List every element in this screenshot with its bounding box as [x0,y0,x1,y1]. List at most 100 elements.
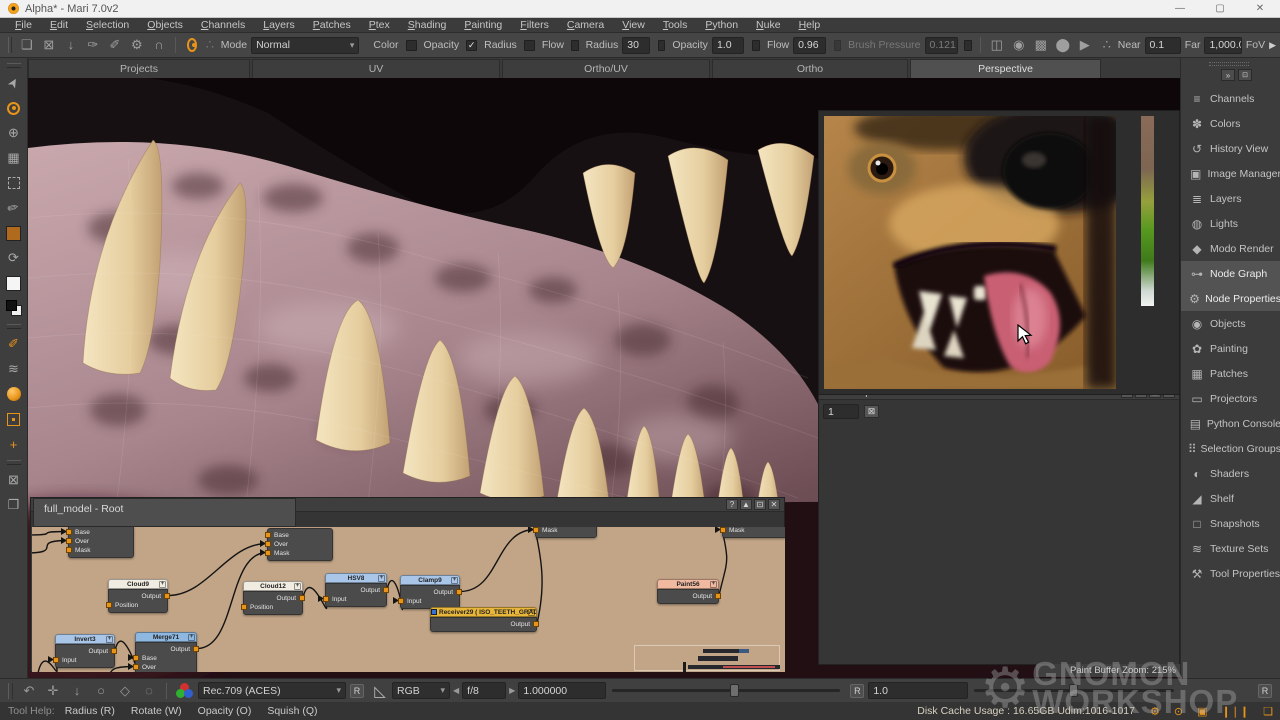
menu-layers[interactable]: Layers [254,19,304,31]
reset-gain-button[interactable]: R [1258,684,1272,698]
select-tool-icon[interactable]: ➤ [2,71,26,95]
wireframe-cube-icon[interactable]: ◫ [986,34,1008,56]
menu-camera[interactable]: Camera [558,19,613,31]
node-header[interactable]: Invert3+ [55,634,115,644]
near-field[interactable]: 0.1 [1145,37,1181,54]
paint-color-swatch[interactable] [2,221,26,245]
reset-colorspace-button[interactable]: R [350,684,364,698]
port-base[interactable] [265,532,271,538]
node-connection-wire[interactable] [460,530,535,592]
graph-node-invert3[interactable]: Invert3+OutputInput [55,634,115,668]
menu-tools[interactable]: Tools [654,19,697,31]
port-mask[interactable] [66,547,72,553]
node-header[interactable]: HSV8+ [325,573,387,583]
pull-icon[interactable]: ↓ [65,683,89,699]
graph-node-mask_top[interactable]: Mask [535,527,597,538]
port-mask[interactable] [265,550,271,556]
far-field[interactable]: 1,000.00 [1204,37,1241,54]
graph-node-paint56[interactable]: Paint56+Output [657,579,719,604]
flow-link-checkbox[interactable] [524,40,535,51]
node-expand-button[interactable]: + [294,583,301,590]
tab-perspective[interactable]: Perspective [910,59,1101,78]
close-button[interactable]: ✕ [1240,0,1280,18]
flow-field[interactable]: 0.96 [793,37,825,54]
add-icon[interactable]: + [2,432,26,456]
opacity-checkbox[interactable] [658,40,666,51]
sidebar-item-image-manager[interactable]: ▣Image Manager [1181,161,1280,186]
node-header[interactable]: Clamp9+ [400,575,460,585]
port-over[interactable] [265,541,271,547]
minimize-button[interactable]: — [1160,0,1200,18]
node-graph-help-button[interactable]: ? [726,499,738,510]
checker-pattern-icon[interactable]: ▩ [1030,34,1052,56]
toolbar-grip[interactable] [8,37,12,53]
radius-link-checkbox[interactable]: ✓ [466,40,477,51]
save-project-icon[interactable]: ↓ [60,34,82,56]
port-output[interactable] [456,589,462,595]
sidebar-item-python-console[interactable]: ▤Python Console [1181,411,1280,436]
mini-node[interactable] [698,656,738,661]
menu-ptex[interactable]: Ptex [360,19,399,31]
node-expand-button[interactable]: + [159,581,166,588]
collapse-sidebar-button[interactable]: » [1221,69,1235,81]
graph-node-hsv8[interactable]: HSV8+OutputInput [325,573,387,607]
image-strip-thumbnail[interactable] [1141,116,1154,306]
node-connection-wire[interactable] [719,530,727,596]
port-output[interactable] [164,593,170,599]
layers-visibility-icon[interactable]: ≋ [2,357,26,381]
sidebar-item-objects[interactable]: ◉Objects [1181,311,1280,336]
radius-checkbox[interactable] [571,40,579,51]
port-base[interactable] [66,529,72,535]
close-patch-icon[interactable]: ⊠ [2,468,26,492]
histogram-icon[interactable]: ◺ [368,682,392,700]
brush-pressure-checkbox[interactable] [834,40,842,51]
exposure-slider-knob[interactable] [730,684,739,697]
node-header[interactable]: Cloud9+ [108,579,168,589]
node-graph-float-button[interactable]: ⊡ [754,499,766,510]
blend-mode-dropdown[interactable]: Normal [251,37,359,54]
port-position[interactable] [106,602,112,608]
pin-icon[interactable]: ✑ [82,34,104,56]
menu-channels[interactable]: Channels [192,19,254,31]
sidebar-item-painting[interactable]: ✿Painting [1181,336,1280,361]
shader-ball-icon[interactable] [2,382,26,406]
port-input[interactable] [323,596,329,602]
sidebar-item-projectors[interactable]: ▭Projectors [1181,386,1280,411]
play-icon[interactable]: ▶ [1074,34,1096,56]
menu-help[interactable]: Help [790,19,830,31]
port-output[interactable] [193,646,199,652]
node-header[interactable]: Paint56+ [657,579,719,589]
channel-dropdown[interactable]: RGB [392,682,450,699]
graph-node-top_right[interactable]: Mask [722,527,785,538]
node-header[interactable]: Cloud12+ [243,581,303,591]
sidebar-item-patches[interactable]: ▦Patches [1181,361,1280,386]
node-header[interactable]: Receiver29 ( ISO_TEETH_GRADIENT )+ [430,607,537,617]
warp-tool-icon[interactable]: ▦ [2,146,26,170]
exposure-slider[interactable] [612,689,840,692]
squish-icon[interactable]: ◌ [137,683,161,699]
pressure-link-checkbox[interactable] [964,40,972,51]
colorspace-dropdown[interactable]: Rec.709 (ACES) [198,682,346,699]
sidebar-item-tool-properties[interactable]: ⚒Tool Properties [1181,561,1280,586]
clear-selection-button[interactable]: ⊠ [864,405,879,418]
bake-settings-icon[interactable]: ⚙ [126,34,148,56]
graph-node-cloud12[interactable]: Cloud12+OutputPosition [243,581,303,615]
radius-icon[interactable]: ○ [89,683,113,699]
swap-colors-icon[interactable]: ⟳ [2,246,26,270]
node-expand-button[interactable]: + [106,636,113,643]
exposure-field[interactable]: 1.000000 [518,682,606,699]
menu-filters[interactable]: Filters [511,19,558,31]
particle-icon[interactable]: ∴ [1096,34,1118,56]
image-manager-panel[interactable] [818,110,1180,395]
tab-ortho-uv[interactable]: Ortho/UV [502,59,710,78]
airbrush-icon[interactable]: ∴ [203,34,217,56]
menu-painting[interactable]: Painting [455,19,511,31]
bake-icon[interactable]: ∩ [148,34,170,56]
rail-grip[interactable] [7,63,21,68]
tab-ortho[interactable]: Ortho [712,59,908,78]
fstop-next-icon[interactable]: ▶ [509,686,515,695]
node-graph-tab[interactable]: full_model - Root [33,498,296,527]
tab-uv[interactable]: UV [252,59,500,78]
port-output[interactable] [383,587,389,593]
opacity-link-checkbox[interactable] [406,40,417,51]
